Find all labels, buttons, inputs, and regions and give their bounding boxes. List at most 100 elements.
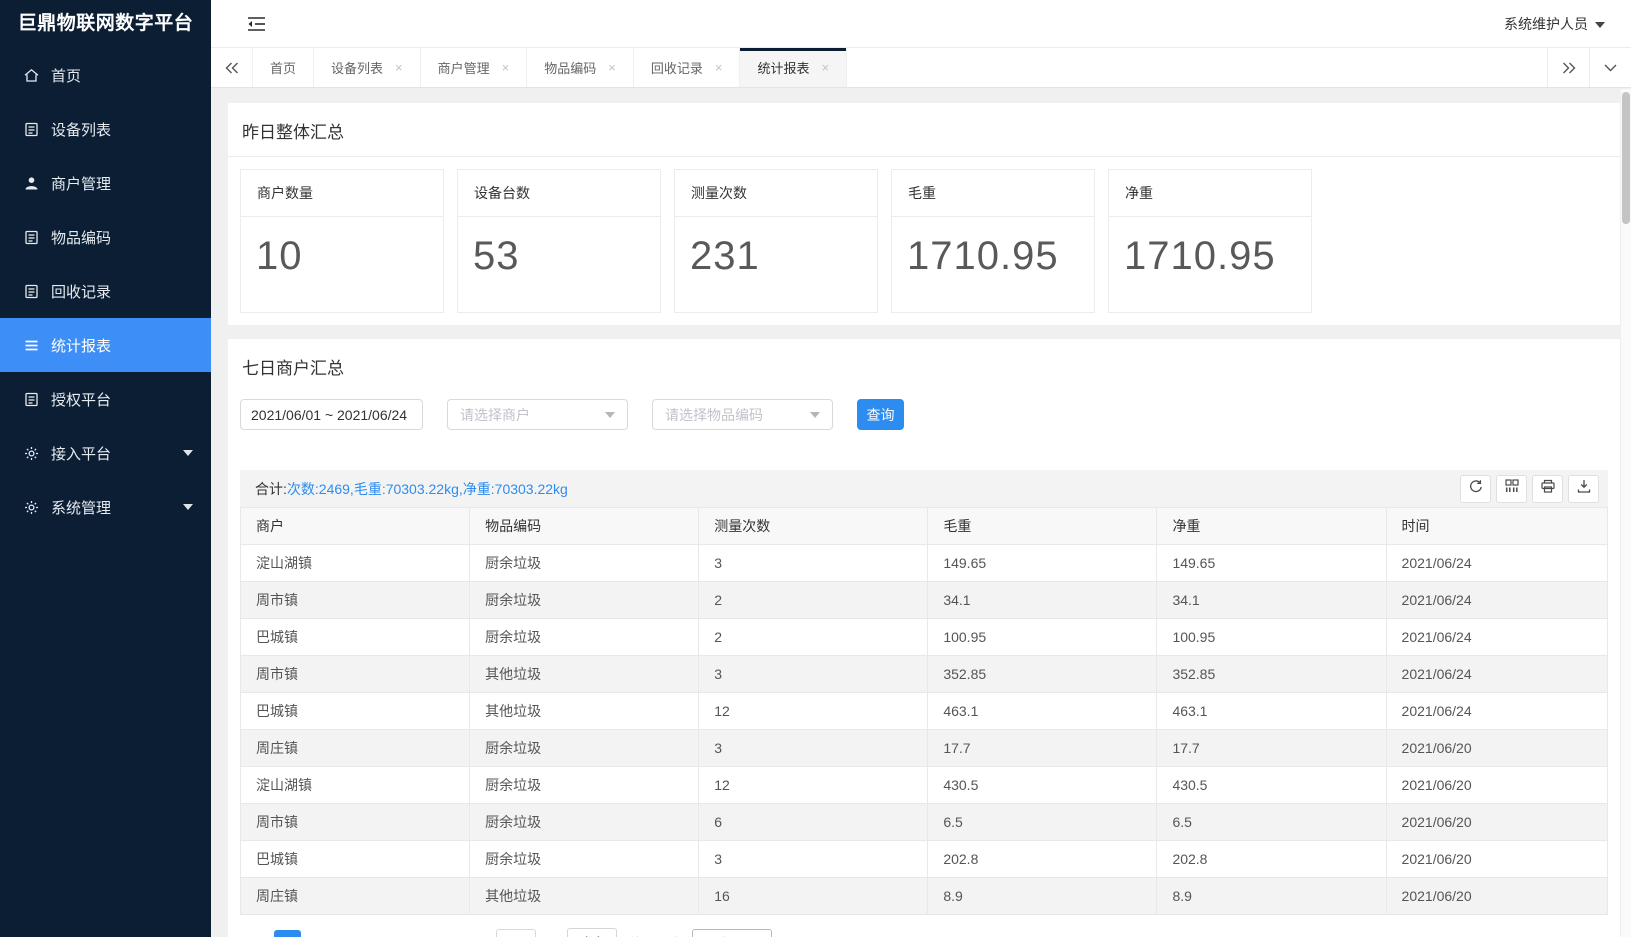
cell-merchant: 周市镇 xyxy=(241,582,470,619)
user-menu[interactable]: 系统维护人员 xyxy=(1504,14,1605,34)
sidebar-item-system-management[interactable]: 系统管理 xyxy=(0,480,211,534)
stat-card-device-count: 设备台数 53 xyxy=(457,169,661,313)
stat-label: 设备台数 xyxy=(458,170,660,217)
cell-gross-weight: 34.1 xyxy=(928,582,1157,619)
sidebar-item-auth-platform[interactable]: 授权平台 xyxy=(0,372,211,426)
close-icon[interactable]: × xyxy=(395,61,403,74)
tab-label: 回收记录 xyxy=(651,58,703,77)
cell-net-weight: 352.85 xyxy=(1157,656,1386,693)
stat-label: 净重 xyxy=(1109,170,1311,217)
close-icon[interactable]: × xyxy=(502,61,510,74)
cell-measure-count: 3 xyxy=(699,656,928,693)
scrollbar-thumb[interactable] xyxy=(1622,92,1630,224)
sidebar-item-recycle-records[interactable]: 回收记录 xyxy=(0,264,211,318)
tab-item-code[interactable]: 物品编码 × xyxy=(527,48,634,87)
cell-measure-count: 3 xyxy=(699,841,928,878)
cell-merchant: 淀山湖镇 xyxy=(241,767,470,804)
cell-time: 2021/06/24 xyxy=(1386,545,1607,582)
print-icon xyxy=(1541,479,1555,498)
sidebar-item-statistics-report[interactable]: 统计报表 xyxy=(0,318,211,372)
col-merchant: 商户 xyxy=(241,508,470,545)
close-icon[interactable]: × xyxy=(821,61,829,74)
page-size-select[interactable]: 10 条/页 xyxy=(692,929,772,937)
totals-text: 合计:次数:2469,毛重:70303.22kg,净重:70303.22kg xyxy=(255,479,568,499)
columns-icon xyxy=(1505,479,1519,498)
cell-item-code: 其他垃圾 xyxy=(470,878,699,915)
goto-page-input[interactable] xyxy=(496,929,536,937)
cell-time: 2021/06/20 xyxy=(1386,804,1607,841)
tab-recycle-records[interactable]: 回收记录 × xyxy=(634,48,741,87)
table-row: 巴城镇厨余垃圾2100.95100.952021/06/24 xyxy=(241,619,1608,656)
tabs-scroll-left-icon[interactable] xyxy=(211,48,253,87)
close-icon[interactable]: × xyxy=(608,61,616,74)
export-button[interactable] xyxy=(1568,475,1599,503)
yesterday-summary-title: 昨日整体汇总 xyxy=(228,103,1620,157)
merchant-icon xyxy=(23,175,40,192)
page-button-17[interactable]: 17 xyxy=(405,930,432,937)
sidebar-item-access-platform[interactable]: 接入平台 xyxy=(0,426,211,480)
columns-button[interactable] xyxy=(1496,475,1527,503)
page-button-1[interactable]: 1 xyxy=(274,930,301,937)
stat-label: 毛重 xyxy=(892,170,1094,217)
table-row: 周庄镇厨余垃圾317.717.72021/06/20 xyxy=(241,730,1608,767)
cell-gross-weight: 463.1 xyxy=(928,693,1157,730)
table-toolbar xyxy=(1460,475,1599,503)
tab-home[interactable]: 首页 xyxy=(253,48,314,87)
page-button-3[interactable]: 3 xyxy=(346,930,373,937)
sidebar-item-label: 系统管理 xyxy=(51,497,111,518)
user-name: 系统维护人员 xyxy=(1504,14,1588,34)
tab-label: 商户管理 xyxy=(438,58,490,77)
sidebar-item-label: 接入平台 xyxy=(51,443,111,464)
sidebar-item-merchant-management[interactable]: 商户管理 xyxy=(0,156,211,210)
cell-item-code: 其他垃圾 xyxy=(470,656,699,693)
total-count-label: 共 162 条 xyxy=(628,933,683,937)
tab-label: 统计报表 xyxy=(757,58,809,77)
col-net-weight: 净重 xyxy=(1157,508,1386,545)
print-button[interactable] xyxy=(1532,475,1563,503)
table-row: 周市镇其他垃圾3352.85352.852021/06/24 xyxy=(241,656,1608,693)
tab-merchant-management[interactable]: 商户管理 × xyxy=(421,48,528,87)
cell-gross-weight: 8.9 xyxy=(928,878,1157,915)
sidebar: 巨鼎物联网数字平台 首页 设备列表 商户管理 物品编码 回收记录 统计 xyxy=(0,0,211,937)
tab-device-list[interactable]: 设备列表 × xyxy=(314,48,421,87)
cell-merchant: 周庄镇 xyxy=(241,878,470,915)
goto-confirm-button[interactable]: 确定 xyxy=(567,928,617,937)
stat-cards-row: 商户数量 10 设备台数 53 测量次数 231 毛重 1710.95 净重 xyxy=(228,157,1620,325)
vertical-scrollbar[interactable] xyxy=(1620,89,1631,937)
page-button-2[interactable]: 2 xyxy=(310,930,337,937)
cell-item-code: 厨余垃圾 xyxy=(470,582,699,619)
cell-measure-count: 12 xyxy=(699,693,928,730)
stat-card-merchant-count: 商户数量 10 xyxy=(240,169,444,313)
cell-measure-count: 2 xyxy=(699,582,928,619)
close-icon[interactable]: × xyxy=(715,61,723,74)
sidebar-item-item-code[interactable]: 物品编码 xyxy=(0,210,211,264)
cell-merchant: 周市镇 xyxy=(241,656,470,693)
tab-statistics-report[interactable]: 统计报表 × xyxy=(740,48,847,87)
sidebar-item-label: 回收记录 xyxy=(51,281,111,302)
stat-value: 53 xyxy=(458,217,660,312)
table-row: 周市镇厨余垃圾234.134.12021/06/24 xyxy=(241,582,1608,619)
search-button[interactable]: 查询 xyxy=(857,399,904,430)
totals-prefix: 合计: xyxy=(255,481,287,497)
sidebar-item-label: 统计报表 xyxy=(51,335,111,356)
col-time: 时间 xyxy=(1386,508,1607,545)
sidebar-collapse-icon[interactable] xyxy=(247,16,267,32)
tabs-menu-icon[interactable] xyxy=(1589,48,1631,87)
sidebar-item-device-list[interactable]: 设备列表 xyxy=(0,102,211,156)
sidebar-item-label: 首页 xyxy=(51,65,81,86)
cell-item-code: 厨余垃圾 xyxy=(470,730,699,767)
cell-time: 2021/06/24 xyxy=(1386,582,1607,619)
item-code-select[interactable]: 请选择物品编码 xyxy=(652,399,833,430)
page-unit-label: 页 xyxy=(545,933,558,937)
sidebar-item-home[interactable]: 首页 xyxy=(0,48,211,102)
cell-measure-count: 2 xyxy=(699,619,928,656)
stat-card-gross-weight: 毛重 1710.95 xyxy=(891,169,1095,313)
cell-item-code: 厨余垃圾 xyxy=(470,545,699,582)
merchant-select[interactable]: 请选择商户 xyxy=(447,399,628,430)
gear-icon xyxy=(23,445,40,462)
cell-time: 2021/06/24 xyxy=(1386,656,1607,693)
tabs-scroll-right-icon[interactable] xyxy=(1547,48,1589,87)
date-range-input[interactable] xyxy=(240,399,423,430)
cell-net-weight: 34.1 xyxy=(1157,582,1386,619)
refresh-button[interactable] xyxy=(1460,475,1491,503)
